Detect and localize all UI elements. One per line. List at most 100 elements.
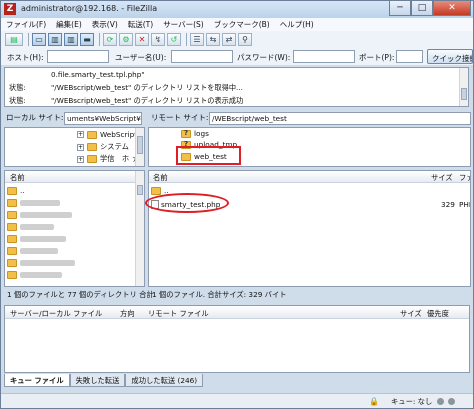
col-size[interactable]: サイズ xyxy=(431,173,453,183)
remote-site-path[interactable]: /WEBscript/web_test xyxy=(209,112,471,125)
log-scroll-thumb[interactable] xyxy=(461,88,467,100)
blurred-name xyxy=(20,259,75,266)
quickconnect-button[interactable]: クイック接続 xyxy=(427,49,473,64)
tree-item[interactable]: logs xyxy=(181,129,209,138)
scroll-thumb[interactable] xyxy=(137,136,143,154)
compare-icon[interactable]: ⇆ xyxy=(206,33,220,46)
toggle-log-icon[interactable]: ▭ xyxy=(32,33,46,46)
minimize-button[interactable]: ─ xyxy=(389,1,411,16)
list-item[interactable] xyxy=(7,257,75,268)
blurred-name xyxy=(20,199,60,206)
blurred-name xyxy=(20,211,72,218)
tree-item[interactable]: + WebScript xyxy=(77,130,137,139)
unknown-folder-icon xyxy=(181,129,191,138)
list-item[interactable] xyxy=(7,245,58,256)
file-size: 329 xyxy=(441,200,455,209)
toggle-tree-icon[interactable]: ▥ xyxy=(48,33,62,46)
col-name[interactable]: 名前 xyxy=(153,173,168,183)
list-item[interactable] xyxy=(7,221,54,232)
sync-browse-icon[interactable]: ⇄ xyxy=(222,33,236,46)
menu-bookmarks[interactable]: ブックマーク(B) xyxy=(209,18,275,31)
close-button[interactable]: ✕ xyxy=(433,1,471,16)
folder-icon xyxy=(7,234,17,243)
expand-icon[interactable]: + xyxy=(77,131,84,138)
folder-icon xyxy=(87,155,97,163)
local-site-path[interactable]: uments¥WebScript¥ xyxy=(64,112,142,125)
menu-edit[interactable]: 編集(E) xyxy=(51,18,87,31)
log-line: "/WEBscript/web_test" のディレクトリ リストの表示成功 xyxy=(51,96,244,105)
log-line: "/WEBscript/web_test" のディレクトリ リストを取得中... xyxy=(51,83,243,92)
expand-icon[interactable]: + xyxy=(77,155,84,163)
queue-header: サーバー/ローカル ファイル 方向 リモート ファイル サイズ 優先度 xyxy=(5,306,469,319)
quickconnect-bar: ホスト(H): ユーザー名(U): パスワード(W): ポート(P): クイック… xyxy=(1,48,473,65)
col-local-file[interactable]: サーバー/ローカル ファイル xyxy=(10,309,102,319)
highlight-box xyxy=(176,146,241,165)
filter-icon[interactable]: ☰ xyxy=(190,33,204,46)
activity-led-icon xyxy=(448,398,455,405)
local-tree[interactable]: + WebScript + システム + 学信 ホ ァ xyxy=(4,127,145,167)
title-bar: Z administrator@192.168. - FileZilla ─ □… xyxy=(1,1,473,18)
disconnect-icon[interactable]: ↯ xyxy=(151,33,165,46)
site-manager-icon[interactable]: ▤ xyxy=(5,33,23,46)
local-tree-scrollbar[interactable] xyxy=(135,128,144,166)
local-file-list[interactable]: 名前 .. xyxy=(4,170,145,287)
list-item[interactable] xyxy=(7,233,66,244)
toggle-remote-tree-icon[interactable]: ▥ xyxy=(64,33,78,46)
tab-successful-transfers[interactable]: 成功した転送 (246) xyxy=(125,374,204,387)
menu-help[interactable]: ヘルプ(H) xyxy=(275,18,319,31)
col-name[interactable]: 名前 xyxy=(10,173,25,183)
col-remote-file[interactable]: リモート ファイル xyxy=(148,309,209,319)
port-input[interactable] xyxy=(396,50,423,63)
toggle-queue-icon[interactable]: ▬ xyxy=(80,33,94,46)
col-priority[interactable]: 優先度 xyxy=(427,309,449,319)
list-item[interactable]: .. xyxy=(7,185,25,196)
password-input[interactable] xyxy=(293,50,355,63)
col-direction[interactable]: 方向 xyxy=(120,309,135,319)
cancel-icon[interactable]: ✕ xyxy=(135,33,149,46)
remote-status: 1 個のファイル. 合計サイズ: 329 バイト xyxy=(152,290,287,299)
tab-failed-transfers[interactable]: 失敗した転送 xyxy=(69,374,126,387)
message-log[interactable]: 0.file.smarty_test.tpl.php" 状態: "/WEBscr… xyxy=(4,67,469,107)
remote-file-list[interactable]: 名前 サイズ ファ .. smarty_test.php 329 PHP xyxy=(148,170,471,287)
transfer-queue[interactable]: サーバー/ローカル ファイル 方向 リモート ファイル サイズ 優先度 xyxy=(4,305,470,373)
folder-icon xyxy=(7,186,17,195)
col-size[interactable]: サイズ xyxy=(400,309,422,319)
reconnect-icon[interactable]: ↺ xyxy=(167,33,181,46)
tree-item[interactable]: + システム xyxy=(77,142,129,152)
menu-transfer[interactable]: 転送(T) xyxy=(123,18,158,31)
log-status: 状態: xyxy=(9,96,26,105)
folder-icon xyxy=(7,258,17,267)
log-line: 0.file.smarty_test.tpl.php" xyxy=(51,70,145,79)
folder-icon xyxy=(7,270,17,279)
expand-icon[interactable]: + xyxy=(77,143,84,151)
username-label: ユーザー名(U): xyxy=(115,53,167,62)
list-item[interactable] xyxy=(7,209,72,220)
filezilla-window: Z administrator@192.168. - FileZilla ─ □… xyxy=(0,0,474,409)
toolbar-separator xyxy=(28,33,29,46)
tree-item[interactable]: + 学信 ホ ァ xyxy=(77,154,139,164)
folder-icon xyxy=(7,210,17,219)
search-icon[interactable]: ⚲ xyxy=(238,33,252,46)
tab-queued-files[interactable]: キュー ファイル xyxy=(4,374,70,387)
filezilla-app-icon[interactable]: Z xyxy=(4,3,16,15)
col-type[interactable]: ファ xyxy=(459,173,470,183)
status-bar: 🔒 キュー: なし xyxy=(1,393,473,408)
menu-view[interactable]: 表示(V) xyxy=(87,18,123,31)
local-list-scrollbar[interactable] xyxy=(135,171,144,286)
list-item[interactable] xyxy=(7,269,62,280)
log-scrollbar[interactable] xyxy=(459,68,468,106)
activity-led-icon xyxy=(437,398,444,405)
username-input[interactable] xyxy=(171,50,233,63)
menu-file[interactable]: ファイル(F) xyxy=(1,18,51,31)
maximize-button[interactable]: □ xyxy=(411,1,433,16)
host-input[interactable] xyxy=(47,50,109,63)
process-queue-icon[interactable]: ⚙ xyxy=(119,33,133,46)
remote-list-header: 名前 サイズ ファ xyxy=(149,171,470,183)
refresh-icon[interactable]: ⟳ xyxy=(103,33,117,46)
blurred-name xyxy=(20,223,54,230)
scroll-thumb[interactable] xyxy=(137,185,143,195)
lock-icon: 🔒 xyxy=(369,397,379,406)
list-item[interactable] xyxy=(7,197,60,208)
blurred-name xyxy=(20,235,66,242)
menu-server[interactable]: サーバー(S) xyxy=(158,18,209,31)
